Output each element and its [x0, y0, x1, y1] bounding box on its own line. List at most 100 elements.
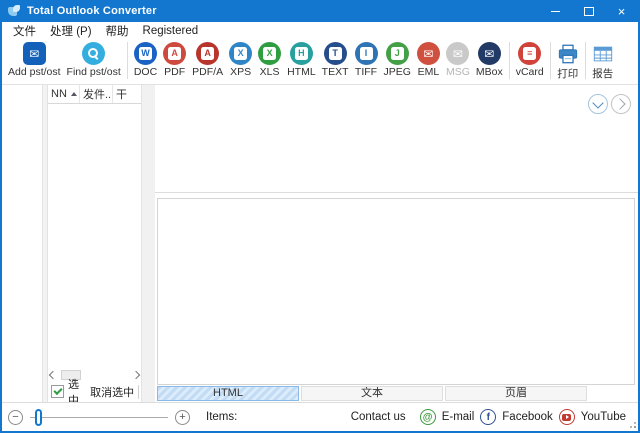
toolbar-button-label: MBox — [476, 66, 503, 78]
mail-list-panel: NN 发件... 干 选中 — [48, 85, 142, 402]
xps-letter: X — [234, 47, 247, 60]
next-button[interactable] — [611, 94, 631, 114]
pdfa-letter: A — [201, 47, 214, 60]
app-window: Total Outlook Converter × 文件 处理 (P) 帮助 R… — [0, 0, 640, 433]
toolbar-button-find-pst[interactable]: Find pst/ost — [64, 41, 124, 79]
toolbar-button-xls[interactable]: X XLS — [255, 41, 284, 79]
slider-track — [30, 417, 168, 418]
email-icon[interactable]: @ — [420, 409, 436, 425]
close-icon: × — [618, 5, 626, 18]
tab-text[interactable]: 文本 — [301, 386, 443, 401]
minimize-icon — [551, 11, 560, 12]
mail-list-body[interactable] — [48, 104, 141, 368]
column-header-from[interactable]: 发件... — [80, 85, 113, 103]
toolbar-button-print[interactable]: 打印 — [554, 41, 582, 82]
xls-format-icon: X — [258, 42, 281, 65]
facebook-link[interactable]: Facebook — [502, 411, 553, 423]
toolbar-button-label: TEXT — [322, 66, 349, 78]
toolbar-button-vcard[interactable]: ≡ vCard — [513, 41, 547, 79]
minimize-button[interactable] — [539, 0, 572, 22]
zoom-out-button[interactable]: − — [8, 410, 23, 425]
tab-header[interactable]: 页眉 — [445, 386, 587, 401]
expand-down-button[interactable] — [588, 94, 608, 114]
folder-tree-panel[interactable] — [2, 85, 42, 402]
main-area: NN 发件... 干 选中 — [2, 85, 638, 402]
status-bar: − + Items: Contact us @ E-mail f Faceboo… — [2, 402, 638, 431]
toolbar-button-label: PDF/A — [192, 66, 223, 78]
toolbar-button-doc[interactable]: W DOC — [131, 41, 160, 79]
toolbar: ✉ Add pst/ost Find pst/ost W DOC A PDF — [2, 39, 638, 85]
toolbar-button-report[interactable]: 报告 — [589, 41, 617, 82]
toolbar-button-label: XPS — [230, 66, 251, 78]
column-header-nn[interactable]: NN — [48, 85, 80, 103]
youtube-icon[interactable] — [559, 409, 575, 425]
toolbar-button-html[interactable]: H HTML — [284, 41, 319, 79]
vcard-format-icon: ≡ — [518, 42, 541, 65]
toolbar-button-mbox[interactable]: ✉ MBox — [473, 41, 506, 79]
facebook-icon[interactable]: f — [480, 409, 496, 425]
envelope-icon: ✉ — [484, 48, 494, 60]
title-bar: Total Outlook Converter × — [2, 0, 638, 22]
toolbar-button-msg: ✉ MSG — [443, 41, 473, 79]
doc-letter: W — [139, 47, 152, 60]
preview-content-box[interactable] — [157, 198, 635, 385]
toolbar-button-jpeg[interactable]: J JPEG — [381, 41, 414, 79]
mbox-format-icon: ✉ — [478, 42, 501, 65]
youtube-link[interactable]: YouTube — [581, 411, 626, 423]
window-title: Total Outlook Converter — [27, 5, 157, 17]
menu-registered[interactable]: Registered — [136, 25, 206, 37]
zoom-in-button[interactable]: + — [175, 410, 190, 425]
menu-help[interactable]: 帮助 — [99, 23, 136, 39]
column-label: 干 — [116, 86, 127, 102]
menu-process[interactable]: 处理 (P) — [43, 23, 99, 39]
toolbar-button-label: vCard — [516, 66, 544, 78]
column-label: NN — [51, 88, 67, 100]
window-controls: × — [539, 0, 638, 22]
eml-format-icon: ✉ — [417, 42, 440, 65]
toolbar-button-label: PDF — [164, 66, 185, 78]
maximize-button[interactable] — [572, 0, 605, 22]
tab-html[interactable]: HTML — [157, 386, 299, 401]
xls-letter: X — [263, 47, 276, 60]
contact-us-link[interactable]: Contact us — [351, 411, 406, 423]
text-format-icon: T — [324, 42, 347, 65]
html-letter: H — [295, 47, 308, 60]
pdf-letter: A — [168, 47, 181, 60]
toolbar-button-text[interactable]: T TEXT — [319, 41, 352, 79]
tiff-letter: I — [360, 47, 373, 60]
mail-list-header: NN 发件... 干 — [48, 85, 141, 104]
app-icon — [8, 5, 21, 17]
toolbar-separator — [585, 42, 586, 79]
envelope-icon: ✉ — [423, 48, 433, 60]
uncheck-button[interactable]: 取消选中 — [90, 384, 134, 400]
scroll-right-icon[interactable] — [132, 370, 140, 378]
toolbar-button-label: Find pst/ost — [67, 66, 121, 78]
slider-thumb[interactable] — [35, 409, 42, 426]
html-format-icon: H — [290, 42, 313, 65]
maximize-icon — [584, 7, 594, 16]
toolbar-button-pdfa[interactable]: A PDF/A — [189, 41, 226, 79]
doc-format-icon: W — [134, 42, 157, 65]
toolbar-button-label: EML — [418, 66, 440, 78]
preview-pane: HTML 文本 页眉 — [155, 85, 638, 402]
close-button[interactable]: × — [605, 0, 638, 22]
toolbar-button-eml[interactable]: ✉ EML — [414, 41, 443, 79]
youtube-play-icon — [562, 414, 571, 421]
actions-separator — [138, 385, 139, 399]
toolbar-button-tiff[interactable]: I TIFF — [352, 41, 381, 79]
email-link[interactable]: E-mail — [442, 411, 475, 423]
zoom-slider[interactable] — [30, 409, 168, 426]
column-header-subject[interactable]: 干 — [113, 85, 141, 103]
resize-grip[interactable] — [628, 420, 636, 428]
menu-file[interactable]: 文件 — [6, 23, 43, 39]
status-links: Contact us @ E-mail f Facebook YouTube — [351, 409, 626, 425]
list-preview-splitter[interactable] — [142, 85, 155, 402]
toolbar-button-label: Add pst/ost — [8, 66, 61, 78]
toolbar-button-pdf[interactable]: A PDF — [160, 41, 189, 79]
toolbar-button-xps[interactable]: X XPS — [226, 41, 255, 79]
tiff-format-icon: I — [355, 42, 378, 65]
outlook-add-icon: ✉ — [23, 42, 46, 65]
search-icon — [82, 42, 105, 65]
toolbar-button-label: 报告 — [592, 66, 613, 81]
toolbar-button-add-pst[interactable]: ✉ Add pst/ost — [5, 41, 64, 79]
